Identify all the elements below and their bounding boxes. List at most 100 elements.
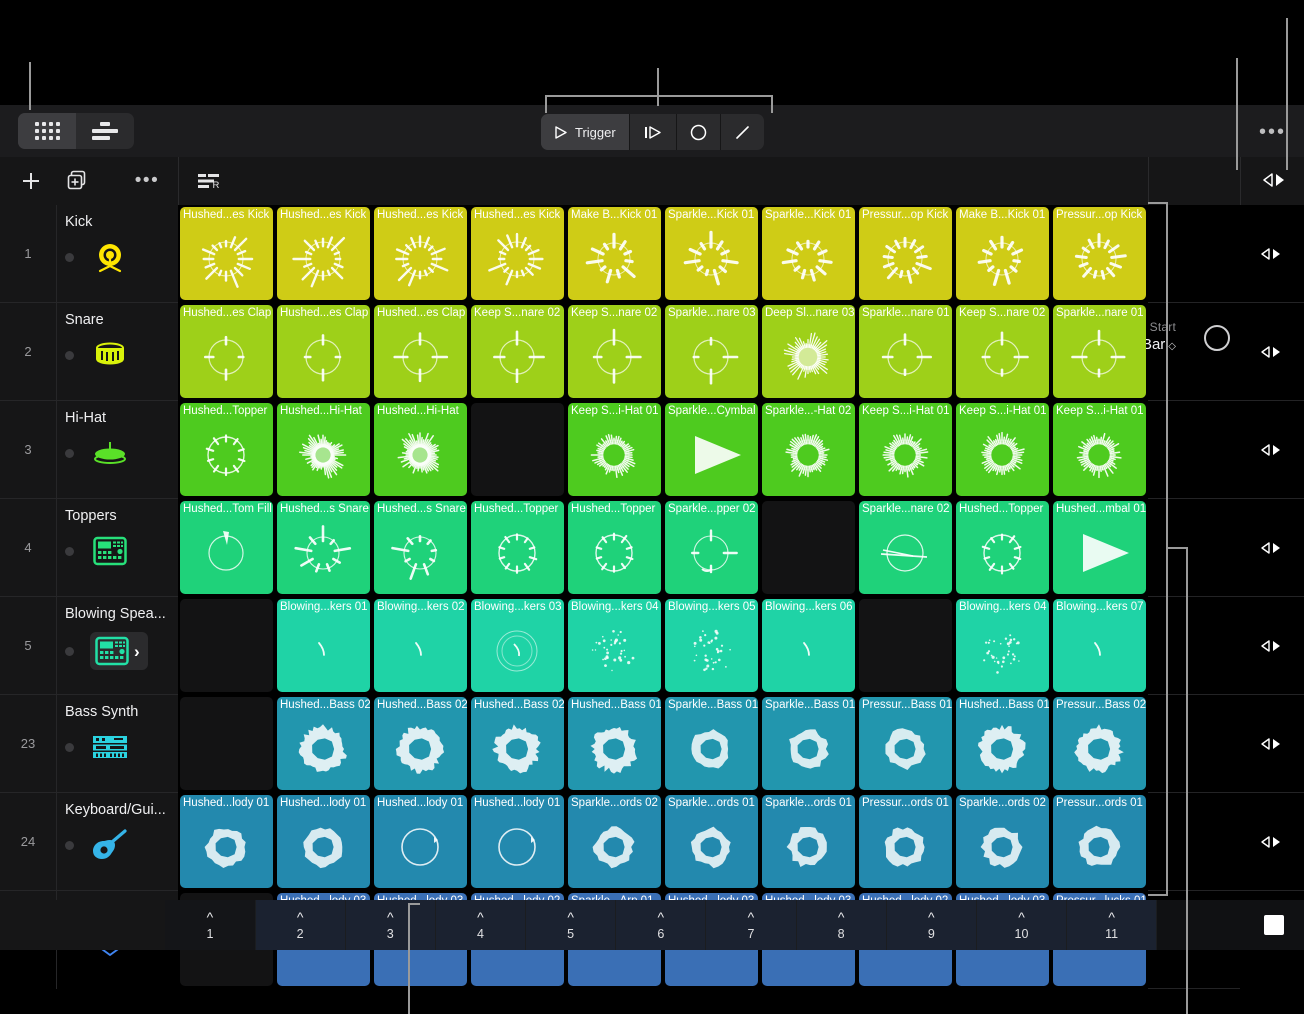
edit-pencil-button[interactable]: [721, 114, 764, 150]
scene-launch-button[interactable]: ^ 10: [976, 900, 1068, 950]
clip[interactable]: Sparkle...ords 01: [762, 795, 855, 888]
clip[interactable]: Hushed...Bass 01: [956, 697, 1049, 790]
clip[interactable]: Sparkle...Kick 01: [665, 207, 758, 300]
clip-cell[interactable]: Pressur...op Kick: [1051, 205, 1148, 303]
clip-cell[interactable]: Blowing...kers 07: [1051, 597, 1148, 695]
clip[interactable]: Sparkle...nare 01: [1053, 305, 1146, 398]
clip[interactable]: Sparkle...ords 02: [956, 795, 1049, 888]
clip[interactable]: Hushed...es Kick: [180, 207, 273, 300]
view-list-button[interactable]: [76, 113, 134, 149]
clip-cell[interactable]: Blowing...kers 04: [566, 597, 663, 695]
clip[interactable]: Blowing...kers 05: [665, 599, 758, 692]
clip[interactable]: Sparkle...Kick 01: [762, 207, 855, 300]
track-header-row[interactable]: 2 Snare: [0, 303, 178, 401]
clip[interactable]: Blowing...kers 01: [277, 599, 370, 692]
track-play-stop-button[interactable]: [1240, 401, 1304, 499]
empty-slot[interactable]: [859, 599, 952, 692]
track-record-dot[interactable]: [65, 350, 74, 360]
clip-cell[interactable]: Sparkle...ords 01: [663, 793, 760, 891]
clip-cell[interactable]: Hushed...es Kick: [178, 205, 275, 303]
clip[interactable]: Pressur...Bass 02: [1053, 697, 1146, 790]
clip[interactable]: Blowing...kers 04: [956, 599, 1049, 692]
clip[interactable]: Hushed...es Kick: [471, 207, 564, 300]
clip-cell[interactable]: Deep Sl...nare 03: [760, 303, 857, 401]
empty-slot[interactable]: [471, 403, 564, 496]
scene-launch-button[interactable]: ^ 7: [706, 900, 797, 950]
clip[interactable]: Hushed...Topper: [180, 403, 273, 496]
clip[interactable]: Hushed...s Snare: [374, 501, 467, 594]
row-settings-r-icon[interactable]: R: [192, 164, 228, 198]
view-mode-toggle[interactable]: [18, 113, 134, 149]
clip-cell[interactable]: Hushed...Topper: [469, 499, 566, 597]
track-record-dot[interactable]: [65, 252, 74, 262]
clip-cell[interactable]: Hushed...Hi-Hat: [372, 401, 469, 499]
clip-cell[interactable]: Keep S...nare 02: [469, 303, 566, 401]
clip[interactable]: Hushed...s Snare: [277, 501, 370, 594]
clip-cell[interactable]: Keep S...nare 02: [954, 303, 1051, 401]
clip[interactable]: Hushed...Bass 01: [568, 697, 661, 790]
clip[interactable]: Hushed...es Kick: [374, 207, 467, 300]
clip-cell[interactable]: Sparkle...Bass 01: [760, 695, 857, 793]
clip-cell[interactable]: Sparkle...pper 02: [663, 499, 760, 597]
scene-launch-button[interactable]: ^ 11: [1067, 900, 1158, 950]
scene-launch-button[interactable]: ^ 4: [435, 900, 527, 950]
track-record-dot[interactable]: [65, 448, 74, 458]
clip-cell[interactable]: Blowing...kers 01: [275, 597, 372, 695]
clip[interactable]: Hushed...Topper: [471, 501, 564, 594]
clip[interactable]: Sparkle...Bass 01: [665, 697, 758, 790]
clip-cell[interactable]: Hushed...lody 01: [178, 793, 275, 891]
clip[interactable]: Hushed...Topper: [568, 501, 661, 594]
clip[interactable]: Hushed...Tom Fill: [180, 501, 273, 594]
clip-cell[interactable]: Make B...Kick 01: [954, 205, 1051, 303]
clip-cell[interactable]: Hushed...s Snare: [372, 499, 469, 597]
clip-cell[interactable]: Sparkle...nare 01: [1051, 303, 1148, 401]
clip[interactable]: Pressur...ords 01: [859, 795, 952, 888]
clip-cell[interactable]: Hushed...Bass 02: [275, 695, 372, 793]
track-header-row[interactable]: 1 Kick: [0, 205, 178, 303]
track-play-stop-button[interactable]: [1240, 303, 1304, 401]
clip-cell[interactable]: Pressur...ords 01: [1051, 793, 1148, 891]
overflow-menu-icon[interactable]: •••: [1259, 122, 1286, 142]
duplicate-add-button[interactable]: [60, 164, 94, 198]
clip[interactable]: Sparkle...Bass 01: [762, 697, 855, 790]
scene-launch-button[interactable]: ^ 8: [796, 900, 887, 950]
clip-cell[interactable]: Hushed...mbal 01: [1051, 499, 1148, 597]
clip[interactable]: Pressur...op Kick: [1053, 207, 1146, 300]
track-header-row[interactable]: 3 Hi-Hat: [0, 401, 178, 499]
clip-cell[interactable]: Sparkle...Bass 01: [663, 695, 760, 793]
clip-cell[interactable]: Hushed...es Kick: [469, 205, 566, 303]
track-record-dot[interactable]: [65, 742, 74, 752]
clip-cell[interactable]: Hushed...Bass 01: [566, 695, 663, 793]
clip-cell[interactable]: Hushed...es Kick: [372, 205, 469, 303]
clip[interactable]: Hushed...es Clap: [374, 305, 467, 398]
clip[interactable]: Keep S...nare 02: [956, 305, 1049, 398]
clip[interactable]: Sparkle...pper 02: [665, 501, 758, 594]
view-grid-button[interactable]: [18, 113, 76, 149]
clip[interactable]: Pressur...ords 01: [1053, 795, 1146, 888]
clip-cell[interactable]: Keep S...nare 02: [566, 303, 663, 401]
clip[interactable]: Hushed...Topper: [956, 501, 1049, 594]
clip-cell[interactable]: Blowing...kers 06: [760, 597, 857, 695]
clip[interactable]: Sparkle...nare 03: [665, 305, 758, 398]
track-header-row[interactable]: 24 Keyboard/Gui...: [0, 793, 178, 891]
clip[interactable]: Keep S...nare 02: [568, 305, 661, 398]
scene-launch-button[interactable]: ^ 9: [886, 900, 977, 950]
clip-cell[interactable]: Hushed...Tom Fill: [178, 499, 275, 597]
clip-cell-empty[interactable]: [469, 401, 566, 499]
clip-cell-empty[interactable]: [178, 695, 275, 793]
clip-cell[interactable]: Sparkle...Kick 01: [663, 205, 760, 303]
clip-cell[interactable]: Keep S...i-Hat 01: [1051, 401, 1148, 499]
track-header-row[interactable]: 23 Bass Synth: [0, 695, 178, 793]
clip-cell[interactable]: Hushed...es Clap: [178, 303, 275, 401]
clip-cell[interactable]: Pressur...Bass 02: [1051, 695, 1148, 793]
empty-slot[interactable]: [180, 599, 273, 692]
scene-launch-button[interactable]: ^ 2: [255, 900, 346, 950]
trigger-button[interactable]: Trigger: [541, 114, 630, 150]
scene-launch-button[interactable]: ^ 6: [616, 900, 707, 950]
track-record-dot[interactable]: [65, 646, 74, 656]
stop-all-button[interactable]: [1245, 900, 1304, 950]
clip[interactable]: Hushed...lody 01: [180, 795, 273, 888]
clip[interactable]: Sparkle...ords 02: [568, 795, 661, 888]
clip-cell[interactable]: Hushed...Bass 01: [954, 695, 1051, 793]
track-play-stop-button[interactable]: [1240, 695, 1304, 793]
